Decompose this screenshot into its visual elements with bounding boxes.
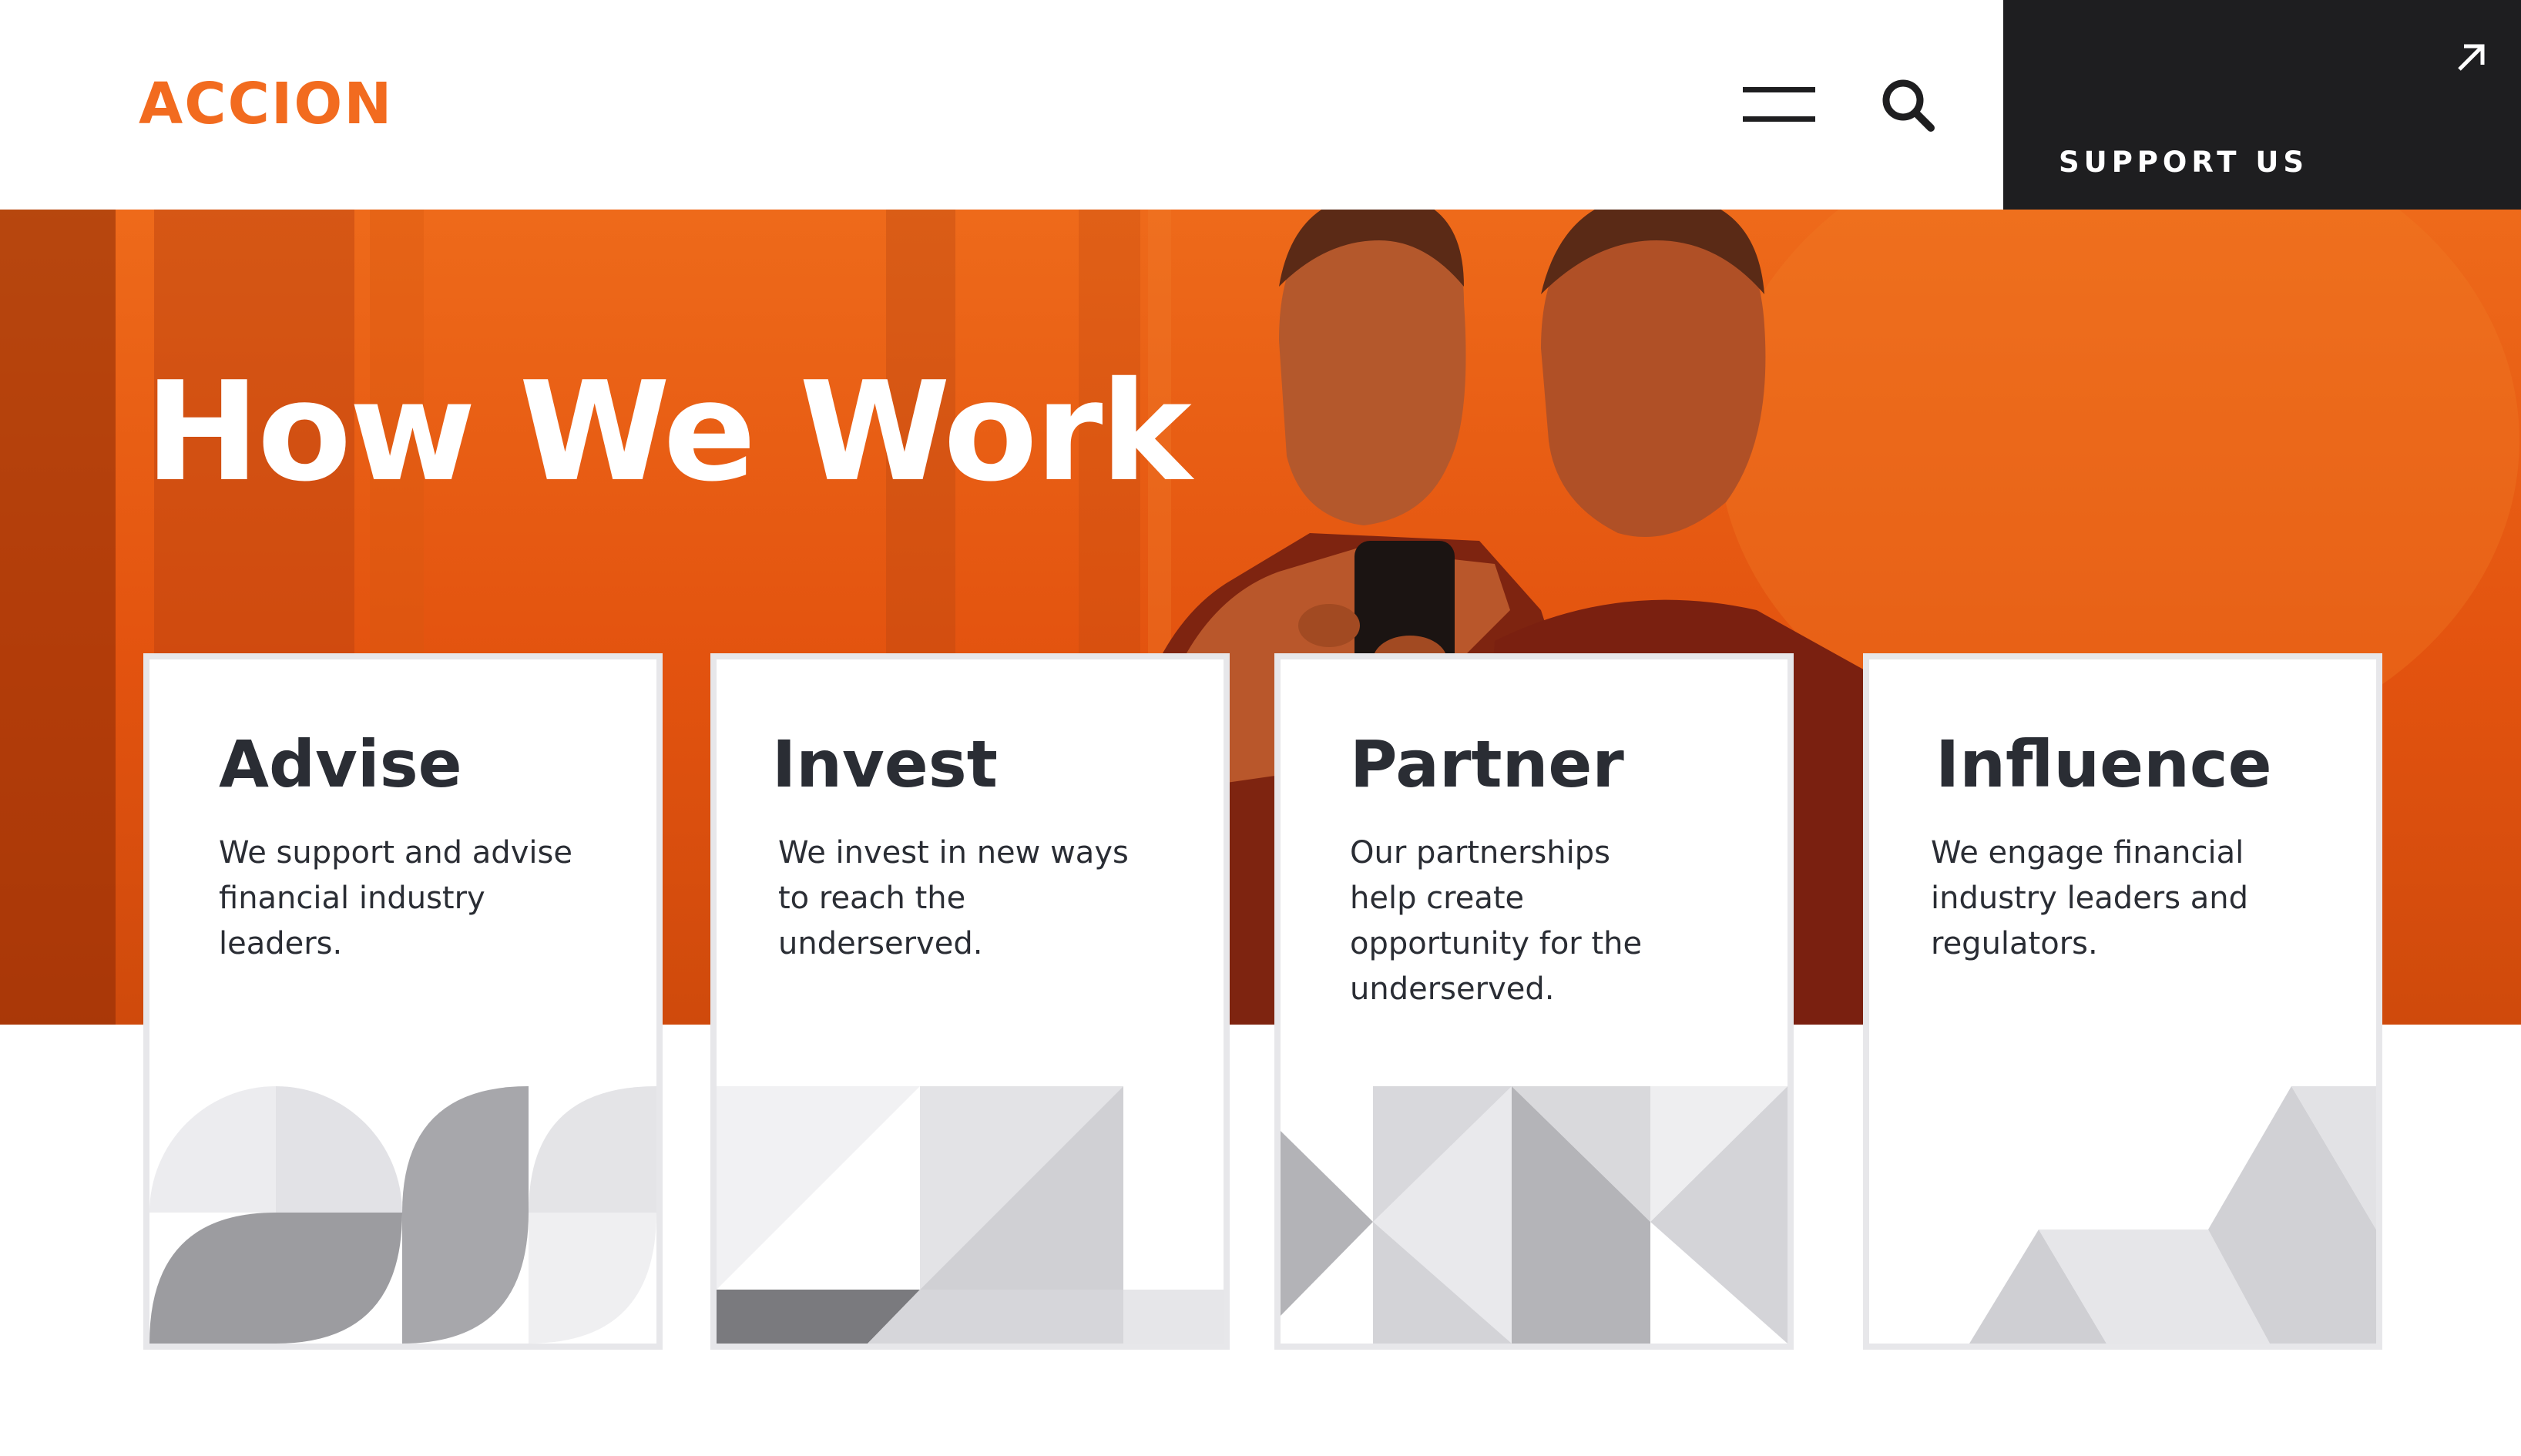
decorative-shapes-partner xyxy=(1281,1086,1788,1344)
page-title: How We Work xyxy=(145,352,1192,512)
support-us-button[interactable]: SUPPORT US xyxy=(2003,0,2521,210)
card-partner[interactable]: Partner Our partnerships help create opp… xyxy=(1274,653,1794,1350)
external-arrow-icon xyxy=(2455,40,2489,74)
search-icon[interactable] xyxy=(1880,77,1937,134)
card-title: Influence xyxy=(1935,726,2272,802)
card-text: We invest in new ways to reach the under… xyxy=(778,835,1129,961)
hamburger-menu-icon[interactable] xyxy=(1743,83,1815,125)
card-text: Our partnerships help create opportunity… xyxy=(1350,835,1643,1007)
site-header: ACCION SUPPORT US xyxy=(0,0,2521,210)
card-title: Invest xyxy=(772,726,998,802)
card-influence[interactable]: Influence We engage financial industry l… xyxy=(1863,653,2382,1350)
card-text: We engage financial industry leaders and… xyxy=(1931,835,2249,961)
decorative-shapes-influence xyxy=(1969,1086,2376,1344)
accion-logo[interactable]: ACCION xyxy=(139,75,393,133)
card-advise[interactable]: Advise We support and advise financial i… xyxy=(143,653,663,1350)
support-us-label: SUPPORT US xyxy=(2059,146,2309,179)
card-title: Advise xyxy=(219,726,462,802)
decorative-shapes-invest xyxy=(717,1086,1224,1344)
card-text: We support and advise financial industry… xyxy=(219,835,572,961)
card-invest[interactable]: Invest We invest in new ways to reach th… xyxy=(710,653,1230,1350)
decorative-shapes-advise xyxy=(149,1086,656,1344)
card-title: Partner xyxy=(1350,726,1624,802)
